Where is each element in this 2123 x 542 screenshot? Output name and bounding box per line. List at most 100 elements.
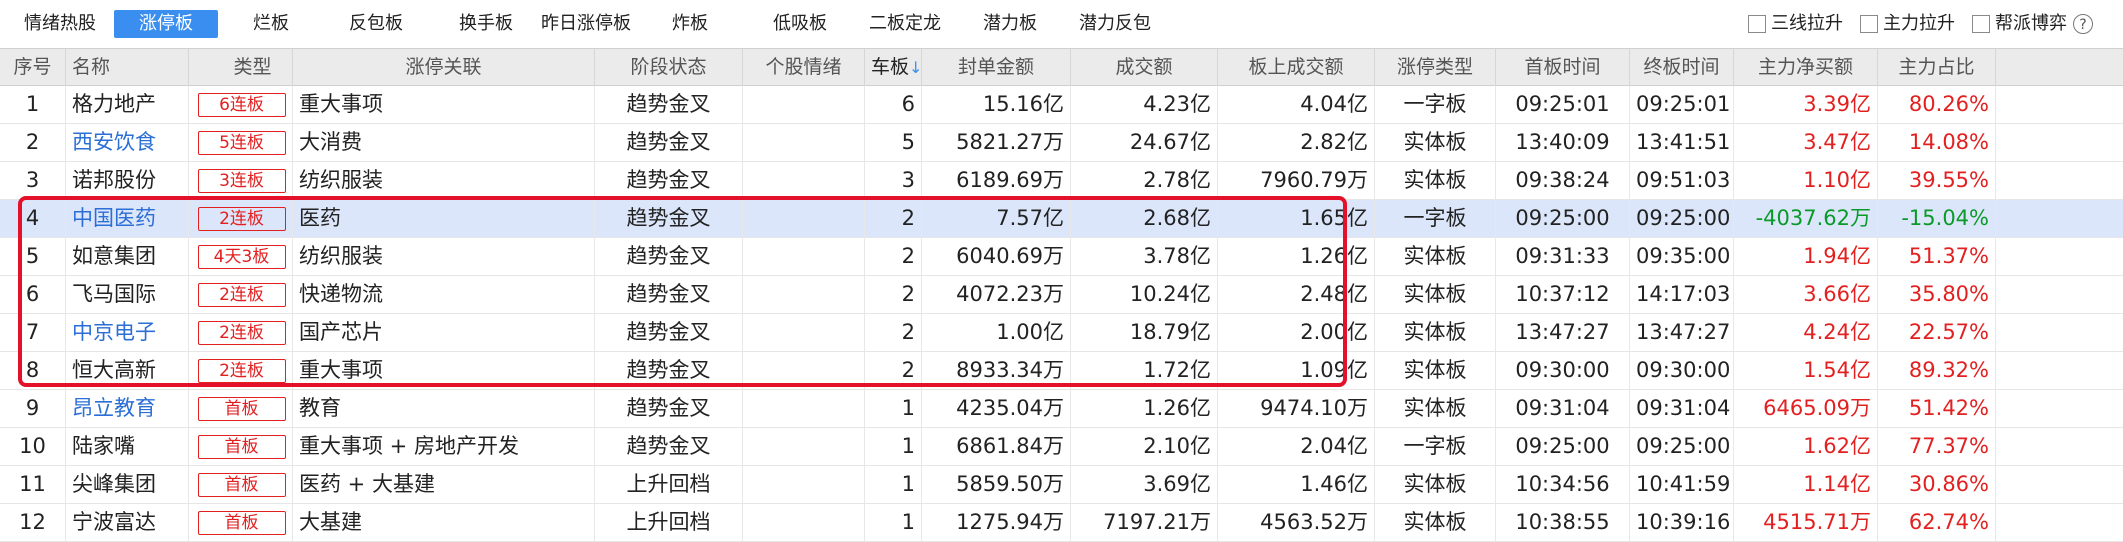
tab-low-buy-board[interactable]: 低吸板 bbox=[760, 10, 840, 38]
cell-seal-amount: 7.57亿 bbox=[922, 200, 1071, 237]
table-row[interactable]: 9 昂立教育 首板 教育 趋势金叉 1 4235.04万 1.26亿 9474.10万 实体板 09… bbox=[0, 390, 2123, 428]
col-header-name[interactable]: 名称 bbox=[66, 49, 189, 86]
main-force-rise-checkbox[interactable] bbox=[1860, 15, 1878, 33]
faction-game-checkbox[interactable] bbox=[1972, 15, 1990, 33]
board-count-badge: 2连板 bbox=[197, 283, 286, 307]
tab-potential-reverse[interactable]: 潜力反包 bbox=[1070, 10, 1160, 38]
cell-boards: 2 bbox=[865, 352, 922, 389]
tab-broken-board[interactable]: 烂板 bbox=[236, 10, 306, 38]
help-icon[interactable]: ? bbox=[2073, 14, 2093, 34]
cell-seal-amount: 6861.84万 bbox=[922, 428, 1071, 465]
col-header-no[interactable]: 序号 bbox=[0, 49, 66, 86]
cell-first-time: 13:40:09 bbox=[1496, 124, 1630, 161]
cell-name[interactable]: 尖峰集团 bbox=[66, 466, 189, 503]
cell-board-turnover: 2.82亿 bbox=[1218, 124, 1375, 161]
cell-stage: 趋势金叉 bbox=[595, 390, 743, 427]
cell-type: 2连板 bbox=[189, 200, 293, 237]
cell-name[interactable]: 昂立教育 bbox=[66, 390, 189, 427]
cell-name[interactable]: 宁波富达 bbox=[66, 504, 189, 541]
cell-name[interactable]: 西安饮食 bbox=[66, 124, 189, 161]
table-row[interactable]: 8 恒大高新 2连板 重大事项 趋势金叉 2 8933.34万 1.72亿 1.09亿 实体板 09… bbox=[0, 352, 2123, 390]
cell-boards: 5 bbox=[865, 124, 922, 161]
cell-first-time: 10:38:55 bbox=[1496, 504, 1630, 541]
col-header-first-time[interactable]: 首板时间 bbox=[1496, 49, 1630, 86]
tab-yesterday-limit-up[interactable]: 昨日涨停板 bbox=[536, 10, 636, 38]
cell-limit-type: 实体板 bbox=[1375, 162, 1496, 199]
tab-emotion-hot[interactable]: 情绪热股 bbox=[12, 10, 108, 38]
tab-reverse-board[interactable]: 反包板 bbox=[336, 10, 416, 38]
table-row[interactable]: 2 西安饮食 5连板 大消费 趋势金叉 5 5821.27万 24.67亿 2.82亿 实体板 13… bbox=[0, 124, 2123, 162]
col-header-limit-type[interactable]: 涨停类型 bbox=[1375, 49, 1496, 86]
table-row[interactable]: 11 尖峰集团 首板 医药 + 大基建 上升回档 1 5859.50万 3.69亿 1.46亿实… bbox=[0, 466, 2123, 504]
col-header-theme[interactable]: 涨停关联 bbox=[293, 49, 595, 86]
cell-first-time: 09:38:24 bbox=[1496, 162, 1630, 199]
cell-boards: 2 bbox=[865, 314, 922, 351]
cell-mood bbox=[743, 238, 865, 275]
cell-name[interactable]: 恒大高新 bbox=[66, 352, 189, 389]
cell-limit-type: 一字板 bbox=[1375, 86, 1496, 123]
tab-blown-board[interactable]: 炸板 bbox=[660, 10, 720, 38]
cell-name[interactable]: 诺邦股份 bbox=[66, 162, 189, 199]
board-count-badge: 首板 bbox=[197, 473, 286, 497]
col-header-boards[interactable]: 车板↓ bbox=[865, 49, 922, 86]
col-header-type[interactable]: 类型 bbox=[189, 49, 293, 86]
cell-ratio: 39.55% bbox=[1878, 162, 1996, 199]
faction-game-label: 帮派博弈 bbox=[1995, 13, 2067, 34]
tab-potential-board[interactable]: 潜力板 bbox=[970, 10, 1050, 38]
cell-theme: 医药 bbox=[293, 200, 595, 237]
cell-limit-type: 一字板 bbox=[1375, 200, 1496, 237]
tab-limit-up[interactable]: 涨停板 bbox=[114, 10, 218, 38]
cell-turnover: 4.23亿 bbox=[1071, 86, 1218, 123]
col-header-ratio[interactable]: 主力占比 bbox=[1878, 49, 1996, 86]
cell-name[interactable]: 飞马国际 bbox=[66, 276, 189, 313]
cell-board-turnover: 2.48亿 bbox=[1218, 276, 1375, 313]
table-row[interactable]: 12 宁波富达 首板 大基建 上升回档 1 1275.94万 7197.21万 4563.52万… bbox=[0, 504, 2123, 542]
table-row[interactable]: 10 陆家嘴 首板 重大事项 + 房地产开发 趋势金叉 1 6861.84万 2.10亿 2.0… bbox=[0, 428, 2123, 466]
col-header-board-turnover[interactable]: 板上成交额 bbox=[1218, 49, 1375, 86]
cell-last-time: 09:31:04 bbox=[1630, 390, 1734, 427]
cell-limit-type: 实体板 bbox=[1375, 466, 1496, 503]
cell-name[interactable]: 陆家嘴 bbox=[66, 428, 189, 465]
cell-board-turnover: 7960.79万 bbox=[1218, 162, 1375, 199]
cell-turnover: 2.78亿 bbox=[1071, 162, 1218, 199]
cell-theme: 重大事项 bbox=[293, 352, 595, 389]
table-row[interactable]: 1 格力地产 6连板 重大事项 趋势金叉 6 15.16亿 4.23亿 4.04亿 一字板 09:2… bbox=[0, 86, 2123, 124]
cell-boards: 1 bbox=[865, 504, 922, 541]
cell-type: 首板 bbox=[189, 428, 293, 465]
cell-name[interactable]: 中国医药 bbox=[66, 200, 189, 237]
cell-turnover: 24.67亿 bbox=[1071, 124, 1218, 161]
option-three-line-rise[interactable]: 三线拉升 bbox=[1748, 12, 1843, 36]
table-row[interactable]: 5 如意集团 4天3板 纺织服装 趋势金叉 2 6040.69万 3.78亿 1.26亿 实体板 0… bbox=[0, 238, 2123, 276]
col-header-net-buy[interactable]: 主力净买额 bbox=[1734, 49, 1878, 86]
cell-type: 4天3板 bbox=[189, 238, 293, 275]
cell-net-buy: 3.39亿 bbox=[1734, 86, 1878, 123]
cell-net-buy: 1.14亿 bbox=[1734, 466, 1878, 503]
cell-name[interactable]: 中京电子 bbox=[66, 314, 189, 351]
cell-first-time: 13:47:27 bbox=[1496, 314, 1630, 351]
table-row[interactable]: 3 诺邦股份 3连板 纺织服装 趋势金叉 3 6189.69万 2.78亿 7960.79万 实体… bbox=[0, 162, 2123, 200]
cell-mood bbox=[743, 504, 865, 541]
cell-boards: 2 bbox=[865, 200, 922, 237]
cell-name[interactable]: 格力地产 bbox=[66, 86, 189, 123]
cell-boards: 1 bbox=[865, 466, 922, 503]
col-header-stage[interactable]: 阶段状态 bbox=[595, 49, 743, 86]
cell-name[interactable]: 如意集团 bbox=[66, 238, 189, 275]
three-line-rise-checkbox[interactable] bbox=[1748, 15, 1766, 33]
option-main-force-rise[interactable]: 主力拉升 bbox=[1860, 12, 1955, 36]
cell-type: 首板 bbox=[189, 504, 293, 541]
col-header-turnover[interactable]: 成交额 bbox=[1071, 49, 1218, 86]
col-header-seal-amount[interactable]: 封单金额 bbox=[922, 49, 1071, 86]
table-row[interactable]: 6 飞马国际 2连板 快递物流 趋势金叉 2 4072.23万 10.24亿 2.48亿 实体板 1… bbox=[0, 276, 2123, 314]
cell-theme: 国产芯片 bbox=[293, 314, 595, 351]
cell-limit-type: 实体板 bbox=[1375, 390, 1496, 427]
table-row[interactable]: 7 中京电子 2连板 国产芯片 趋势金叉 2 1.00亿 18.79亿 2.00亿 实体板 13:4… bbox=[0, 314, 2123, 352]
cell-last-time: 13:41:51 bbox=[1630, 124, 1734, 161]
col-header-last-time[interactable]: 终板时间 bbox=[1630, 49, 1734, 86]
col-header-mood[interactable]: 个股情绪 bbox=[743, 49, 865, 86]
cell-type: 5连板 bbox=[189, 124, 293, 161]
tab-turnover-board[interactable]: 换手板 bbox=[446, 10, 526, 38]
cell-seal-amount: 5859.50万 bbox=[922, 466, 1071, 503]
option-faction-game[interactable]: 帮派博弈 ? bbox=[1972, 12, 2093, 36]
tab-second-board-leader[interactable]: 二板定龙 bbox=[860, 10, 950, 38]
table-row[interactable]: 4 中国医药 2连板 医药 趋势金叉 2 7.57亿 2.68亿 1.65亿 一字板 09:25:0… bbox=[0, 200, 2123, 238]
